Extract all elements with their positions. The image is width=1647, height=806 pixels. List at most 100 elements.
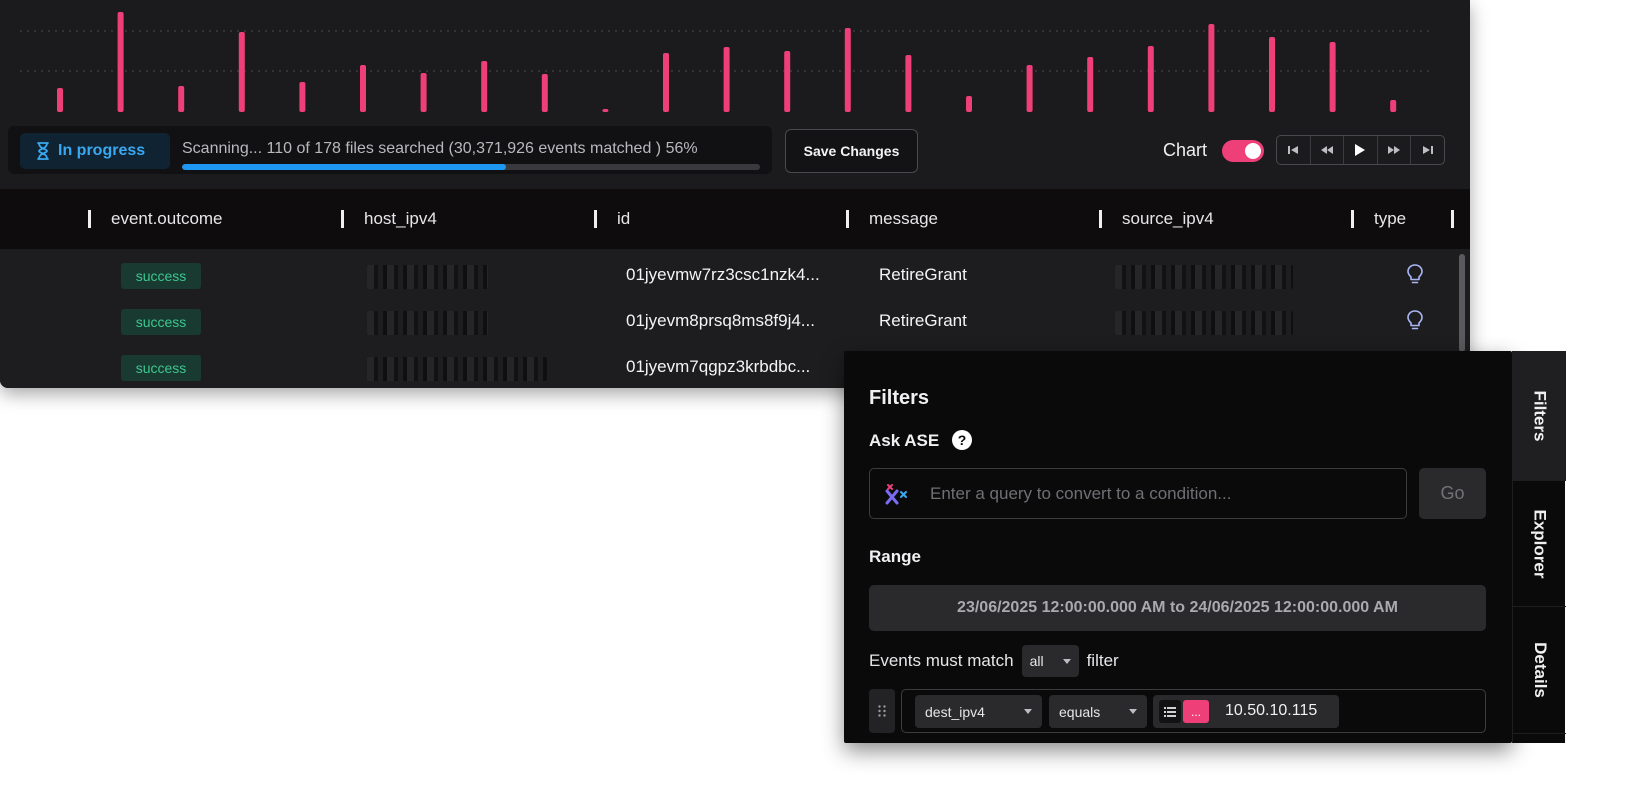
operator-select[interactable]: equals [1049, 695, 1147, 728]
histogram-bar[interactable] [1269, 37, 1275, 112]
cell-id: 01jyevm7qgpz3krbdbc... [626, 357, 811, 376]
event-histogram[interactable] [0, 0, 1470, 118]
tab-explorer-label: Explorer [1530, 509, 1550, 578]
column-header-id[interactable]: id [617, 189, 630, 249]
cell-id: 01jyevm8prsq8ms8f9j4... [626, 311, 815, 330]
scan-progress-bar [182, 164, 760, 170]
column-resize-handle[interactable] [88, 210, 91, 228]
rewind-button[interactable] [1311, 136, 1345, 164]
histogram-bar[interactable] [905, 55, 912, 112]
more-options-button[interactable]: ... [1183, 700, 1209, 723]
skip-first-button[interactable] [1277, 136, 1311, 164]
match-mode-select[interactable]: all [1021, 645, 1079, 677]
condition-value-field[interactable]: ... 10.50.10.115 [1153, 695, 1339, 728]
table-row[interactable]: success 01jyevm8prsq8ms8f9j4... RetireGr… [0, 297, 1470, 343]
histogram-bar[interactable] [481, 61, 488, 112]
tab-filters[interactable]: Filters [1513, 351, 1566, 481]
histogram-bar[interactable] [1026, 65, 1033, 112]
tab-details[interactable]: Details [1513, 607, 1566, 734]
redacted-host-ip [367, 311, 488, 335]
histogram-bar[interactable] [541, 74, 548, 112]
drag-dots-icon [878, 705, 886, 717]
range-picker[interactable]: 23/06/2025 12:00:00.000 AM to 24/06/2025… [869, 585, 1486, 631]
column-header-message[interactable]: message [869, 189, 938, 249]
histogram-bar[interactable] [1390, 100, 1397, 112]
chart-toggle[interactable] [1222, 140, 1264, 162]
table-row[interactable]: success 01jyevmw7rz3csc1nzk4... RetireGr… [0, 251, 1470, 297]
filters-title: Filters [869, 387, 930, 409]
histogram-bar[interactable] [117, 12, 124, 112]
histogram-bar[interactable] [57, 88, 63, 112]
match-mode-row: Events must match all filter [869, 644, 1119, 678]
histogram-chart [20, 12, 1430, 112]
chevron-down-icon [1024, 709, 1032, 714]
side-tab-bar: Filters Explorer Details [1512, 351, 1566, 743]
tab-explorer[interactable]: Explorer [1513, 481, 1566, 607]
column-resize-handle[interactable] [594, 210, 597, 228]
playback-controls [1276, 135, 1445, 165]
histogram-bar[interactable] [663, 53, 669, 112]
column-resize-handle[interactable] [846, 210, 849, 228]
column-header-event-outcome[interactable]: event.outcome [111, 189, 223, 249]
ask-ase-label: Ask ASE [869, 431, 940, 450]
skip-last-icon [1422, 146, 1433, 154]
help-icon[interactable]: ? [952, 430, 972, 450]
go-button[interactable]: Go [1419, 468, 1486, 519]
hourglass-icon [37, 142, 49, 160]
fast-forward-button[interactable] [1378, 136, 1412, 164]
skip-first-icon [1288, 146, 1299, 154]
table-scrollbar[interactable] [1459, 254, 1465, 352]
histogram-bar[interactable] [360, 65, 366, 112]
histogram-bar[interactable] [784, 51, 791, 112]
drag-handle[interactable] [869, 689, 895, 733]
outcome-badge: success [121, 309, 201, 335]
column-resize-handle[interactable] [341, 210, 344, 228]
fast-forward-icon [1388, 146, 1401, 154]
column-header-source-ipv4[interactable]: source_ipv4 [1122, 189, 1214, 249]
column-resize-handle[interactable] [1451, 210, 1454, 228]
list-mode-button[interactable] [1159, 700, 1181, 723]
histogram-bar[interactable] [1329, 42, 1336, 112]
cell-message: RetireGrant [879, 311, 967, 330]
events-window: In progress Scanning... 110 of 178 files… [0, 0, 1470, 388]
tab-details-label: Details [1530, 642, 1550, 698]
condition-value: 10.50.10.115 [1225, 702, 1318, 719]
scan-status-bar: In progress Scanning... 110 of 178 files… [8, 126, 772, 174]
histogram-bar[interactable] [723, 47, 730, 112]
histogram-bar[interactable] [844, 28, 851, 112]
redacted-source-ip [1115, 265, 1293, 289]
column-header-host-ipv4[interactable]: host_ipv4 [364, 189, 437, 249]
histogram-bar[interactable] [1208, 24, 1215, 112]
list-icon [1164, 706, 1176, 717]
histogram-bar[interactable] [602, 109, 609, 112]
play-button[interactable] [1344, 136, 1378, 164]
outcome-badge: success [121, 355, 201, 381]
column-header-type[interactable]: type [1374, 189, 1406, 249]
histogram-bar[interactable] [420, 73, 427, 112]
column-resize-handle[interactable] [1351, 210, 1354, 228]
histogram-bar[interactable] [1147, 46, 1154, 112]
operator-select-value: equals [1059, 703, 1101, 720]
play-icon [1355, 144, 1366, 156]
match-suffix: filter [1086, 651, 1119, 670]
histogram-bar[interactable] [1087, 57, 1094, 112]
toggle-knob [1245, 143, 1261, 159]
ask-ase-input-wrapper [869, 468, 1407, 519]
field-select-value: dest_ipv4 [925, 703, 985, 720]
match-prefix: Events must match [869, 651, 1014, 670]
lightbulb-icon [1407, 264, 1423, 284]
histogram-bar[interactable] [238, 32, 245, 112]
lightbulb-icon [1407, 310, 1423, 330]
in-progress-badge: In progress [20, 133, 170, 169]
ask-ase-input[interactable] [930, 469, 1390, 518]
redacted-host-ip [367, 265, 488, 289]
histogram-bar[interactable] [299, 82, 306, 112]
skip-last-button[interactable] [1411, 136, 1444, 164]
column-resize-handle[interactable] [1099, 210, 1102, 228]
field-select[interactable]: dest_ipv4 [915, 695, 1042, 728]
save-changes-button[interactable]: Save Changes [785, 129, 918, 173]
histogram-bar[interactable] [178, 86, 185, 112]
ai-sparkle-icon [885, 484, 907, 505]
histogram-bar[interactable] [966, 96, 972, 112]
rewind-icon [1320, 146, 1333, 154]
